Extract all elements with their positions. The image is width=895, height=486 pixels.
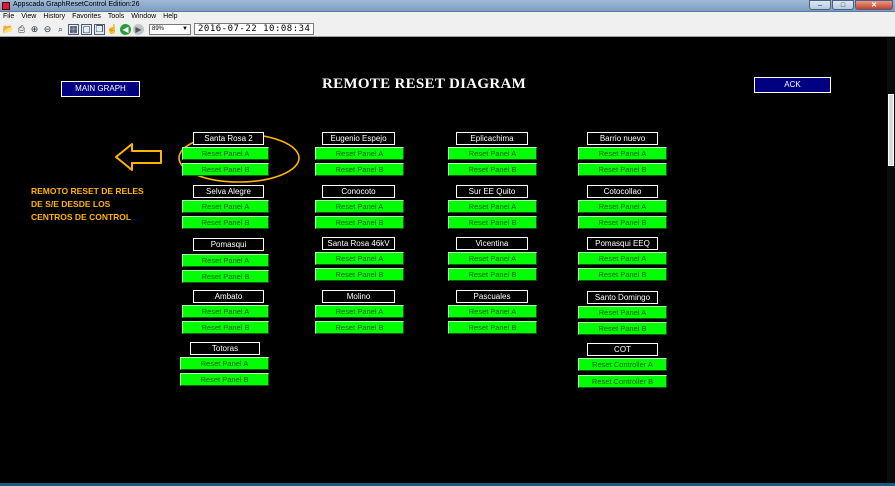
ack-button[interactable]: ACK	[754, 77, 831, 93]
reset-button-molino-b[interactable]: Reset Panel B	[315, 321, 404, 334]
zoom-out-icon[interactable]: ⊖	[42, 24, 53, 35]
reset-button-eplicachima-b[interactable]: Reset Panel B	[448, 163, 537, 176]
reset-button-eugenio-espejo-b[interactable]: Reset Panel B	[315, 163, 404, 176]
annotation-line: REMOTO RESET DE RELES	[31, 186, 144, 196]
datetime-display: 2016-07-22 10:08:34	[194, 23, 315, 35]
reset-button-barrio-nuevo-b[interactable]: Reset Panel B	[578, 163, 667, 176]
scrollbar-thumb[interactable]	[888, 94, 894, 166]
reset-button-eplicachima-a[interactable]: Reset Panel A	[448, 147, 537, 160]
substation-label-eplicachima: Eplicachima	[456, 132, 528, 145]
reset-button-selva-alegre-a[interactable]: Reset Panel A	[182, 200, 269, 213]
substation-label-conocoto: Conocoto	[322, 185, 395, 198]
substation-label-santa-rosa-2: Santa Rosa 2	[193, 132, 264, 145]
annotation-text: REMOTO RESET DE RELES DE S/E DESDE LOS C…	[31, 185, 144, 224]
toolbar: 📂 ⎙ ⊕ ⊖ ⌕ ▦ ▢ ❐ ☝ ◀ ▶ 89% ▼ 2016-07-22 1…	[0, 22, 895, 37]
reset-button-pascuales-a[interactable]: Reset Panel A	[448, 305, 537, 318]
reset-button-vicentina-a[interactable]: Reset Panel A	[448, 252, 537, 265]
reset-button-santa-rosa-2-b[interactable]: Reset Panel B	[182, 163, 269, 176]
menu-file[interactable]: File	[3, 12, 14, 22]
substation-label-pomasqui: Pomasqui	[193, 238, 264, 251]
substation-label-totoras: Totoras	[190, 342, 260, 355]
zoom-value: 89%	[152, 26, 165, 32]
annotation-overlay	[115, 133, 300, 183]
back-icon[interactable]: ◀	[120, 23, 131, 35]
main-graph-button[interactable]: MAIN GRAPH	[61, 81, 140, 97]
reset-button-conocoto-a[interactable]: Reset Panel A	[315, 200, 404, 213]
substation-label-molino: Molino	[322, 290, 395, 303]
copy-icon[interactable]: ❐	[94, 23, 105, 35]
reset-button-cot-b[interactable]: Reset Controller B	[578, 375, 667, 388]
reset-button-totoras-a[interactable]: Reset Panel A	[180, 357, 269, 370]
annotation-line: DE S/E DESDE LOS	[31, 199, 111, 209]
zoom-fit-icon[interactable]: ⌕	[55, 24, 66, 35]
substation-label-santo-domingo: Santo Domingo	[587, 291, 658, 304]
menu-bar: File View History Favorites Tools Window…	[0, 12, 895, 22]
grid-icon[interactable]: ▦	[68, 23, 79, 35]
substation-label-barrio-nuevo: Barrio nuevo	[587, 132, 658, 145]
reset-button-cotocollao-a[interactable]: Reset Panel A	[578, 200, 667, 213]
left-arrow-icon	[115, 143, 162, 171]
window-title-bar: Appscada GraphResetControl Edition:26 – …	[0, 0, 895, 12]
reset-button-santo-domingo-a[interactable]: Reset Panel A	[578, 306, 667, 319]
window-icon[interactable]: ▢	[81, 23, 92, 35]
menu-window[interactable]: Window	[131, 12, 156, 22]
minimize-button[interactable]: –	[809, 0, 831, 10]
reset-button-santa-rosa-46kv-b[interactable]: Reset Panel B	[315, 268, 404, 281]
menu-tools[interactable]: Tools	[108, 12, 124, 22]
reset-button-santo-domingo-b[interactable]: Reset Panel B	[578, 322, 667, 335]
substation-label-vicentina: Vicentina	[456, 237, 528, 250]
substation-label-pomasqui-eeq: Pomasqui EEQ	[587, 237, 658, 250]
hand-icon[interactable]: ☝	[107, 24, 118, 35]
substation-label-santa-rosa-46kv: Santa Rosa 46kV	[322, 237, 395, 250]
reset-button-barrio-nuevo-a[interactable]: Reset Panel A	[578, 147, 667, 160]
reset-button-molino-a[interactable]: Reset Panel A	[315, 305, 404, 318]
reset-button-pomasqui-eeq-a[interactable]: Reset Panel A	[578, 252, 667, 265]
reset-button-cot-a[interactable]: Reset Controller A	[578, 358, 667, 371]
app-icon	[2, 2, 10, 10]
vertical-scrollbar[interactable]	[887, 38, 895, 483]
folder-open-icon[interactable]: 📂	[3, 24, 14, 35]
reset-button-santa-rosa-46kv-a[interactable]: Reset Panel A	[315, 252, 404, 265]
substation-label-cot: COT	[587, 343, 658, 356]
maximize-button[interactable]: □	[832, 0, 854, 10]
substation-label-ambato: Ambato	[193, 290, 264, 303]
substation-label-selva-alegre: Selva Alegre	[193, 185, 264, 198]
chevron-down-icon: ▼	[182, 26, 188, 32]
reset-button-pomasqui-b[interactable]: Reset Panel B	[182, 270, 269, 283]
print-icon[interactable]: ⎙	[16, 24, 27, 35]
substation-label-sur-ee-quito: Sur EE Quito	[456, 185, 528, 198]
reset-button-sur-ee-quito-a[interactable]: Reset Panel A	[448, 200, 537, 213]
annotation-line: CENTROS DE CONTROL	[31, 212, 132, 222]
substation-label-pascuales: Pascuales	[456, 290, 528, 303]
zoom-select[interactable]: 89% ▼	[149, 23, 191, 35]
reset-button-sur-ee-quito-b[interactable]: Reset Panel B	[448, 216, 537, 229]
substation-label-cotocollao: Cotocollao	[587, 185, 658, 198]
reset-button-pomasqui-eeq-b[interactable]: Reset Panel B	[578, 268, 667, 281]
reset-button-pascuales-b[interactable]: Reset Panel B	[448, 321, 537, 334]
reset-button-santa-rosa-2-a[interactable]: Reset Panel A	[182, 147, 269, 160]
reset-button-ambato-a[interactable]: Reset Panel A	[182, 305, 269, 318]
reset-button-eugenio-espejo-a[interactable]: Reset Panel A	[315, 147, 404, 160]
menu-history[interactable]: History	[43, 12, 65, 22]
forward-icon[interactable]: ▶	[133, 23, 144, 35]
window-title: Appscada GraphResetControl Edition:26	[13, 1, 140, 8]
menu-help[interactable]: Help	[163, 12, 177, 22]
menu-favorites[interactable]: Favorites	[72, 12, 101, 22]
substation-label-eugenio-espejo: Eugenio Espejo	[322, 132, 395, 145]
menu-view[interactable]: View	[21, 12, 36, 22]
window-controls: – □ ✕	[808, 0, 893, 11]
reset-button-cotocollao-b[interactable]: Reset Panel B	[578, 216, 667, 229]
reset-button-vicentina-b[interactable]: Reset Panel B	[448, 268, 537, 281]
reset-button-totoras-b[interactable]: Reset Panel B	[180, 373, 269, 386]
reset-button-pomasqui-a[interactable]: Reset Panel A	[182, 254, 269, 267]
reset-button-ambato-b[interactable]: Reset Panel B	[182, 321, 269, 334]
reset-button-selva-alegre-b[interactable]: Reset Panel B	[182, 216, 269, 229]
zoom-in-icon[interactable]: ⊕	[29, 24, 40, 35]
close-button[interactable]: ✕	[855, 0, 893, 10]
reset-button-conocoto-b[interactable]: Reset Panel B	[315, 216, 404, 229]
